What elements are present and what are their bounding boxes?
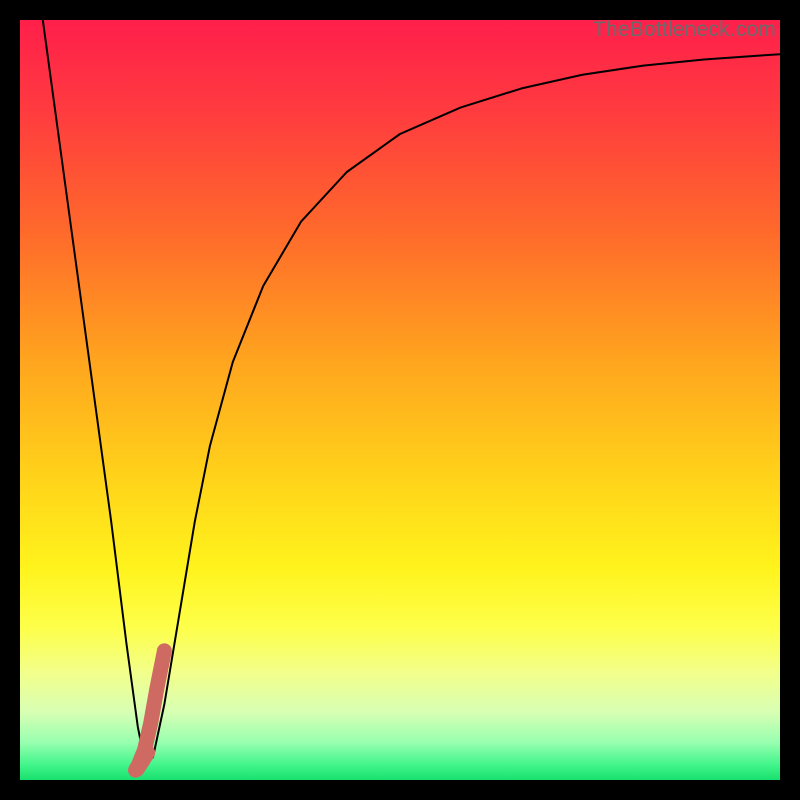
bottleneck-chart — [20, 20, 780, 780]
chart-frame: TheBottleneck.com — [20, 20, 780, 780]
watermark-text: TheBottleneck.com — [593, 18, 776, 42]
